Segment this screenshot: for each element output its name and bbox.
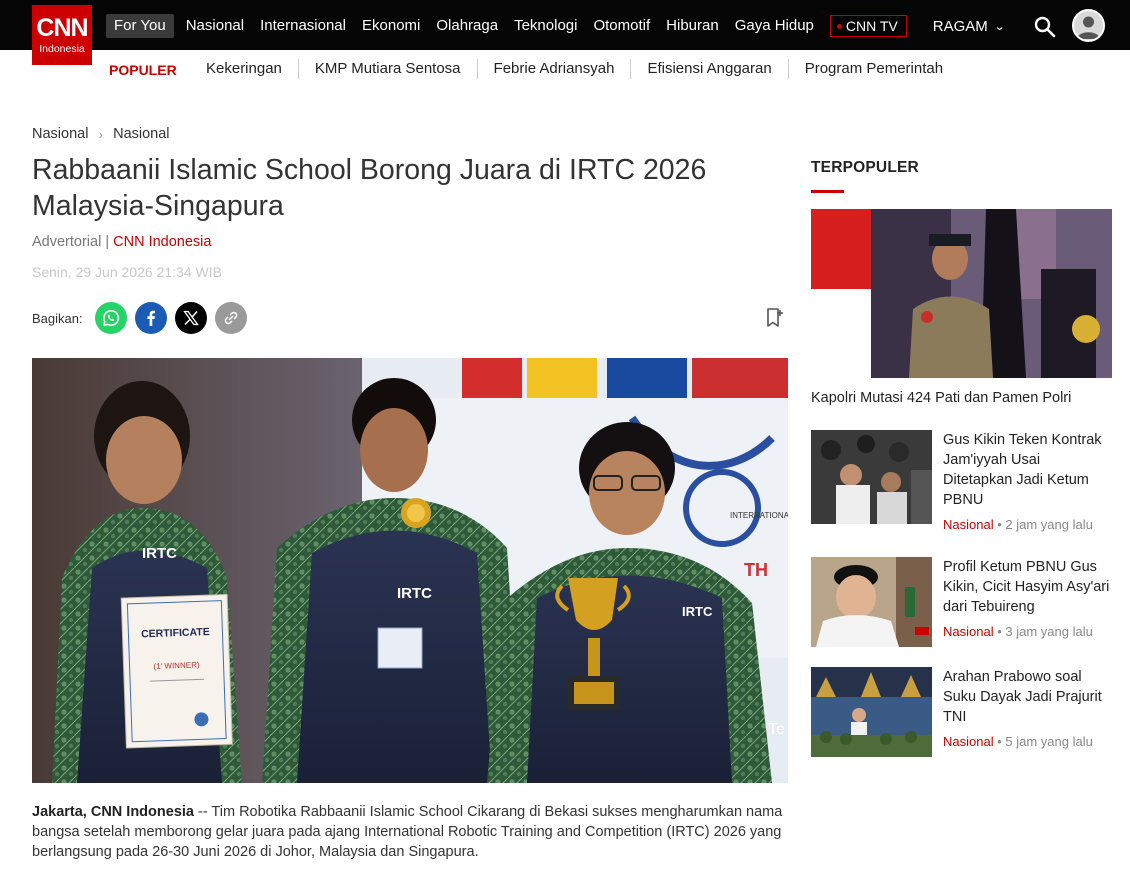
story-thumbnail[interactable] — [811, 430, 932, 524]
cnn-indonesia-logo[interactable]: CNN Indonesia — [32, 5, 92, 65]
certificate-title: CERTIFICATE — [141, 626, 210, 640]
story-title[interactable]: Profil Ketum PBNU Gus Kikin, Cicit Hasyi… — [943, 557, 1113, 617]
story-category[interactable]: Nasional — [943, 624, 994, 639]
byline-source[interactable]: CNN Indonesia — [113, 234, 211, 250]
ragam-dropdown[interactable]: RAGAM ⌄ — [932, 17, 1006, 35]
top-story-photo — [811, 209, 1112, 378]
hero-photo: INTERNATIONAL TH Te IRTC CERTIFICATE (1'… — [32, 358, 788, 783]
article-hero-image[interactable]: INTERNATIONAL TH Te IRTC CERTIFICATE (1'… — [32, 358, 788, 783]
story-meta: Nasional • 3 jam yang lalu — [943, 624, 1113, 639]
article-title: Rabbaanii Islamic School Borong Juara di… — [32, 154, 707, 222]
popular-topics: Kekeringan KMP Mutiara Sentosa Febrie Ad… — [190, 59, 959, 79]
sidebar-heading: TERPOPULER — [811, 159, 919, 176]
whatsapp-icon — [102, 309, 119, 327]
vest-logo-text: IRTC — [682, 604, 713, 619]
facebook-share-button[interactable] — [134, 302, 167, 334]
story-thumbnail[interactable] — [811, 557, 932, 647]
story-meta: Nasional • 2 jam yang lalu — [943, 517, 1113, 532]
story-thumbnail[interactable] — [811, 667, 932, 757]
nav-gaya-hidup[interactable]: Gaya Hidup — [735, 14, 814, 38]
story-category[interactable]: Nasional — [943, 517, 994, 532]
nav-hiburan[interactable]: Hiburan — [666, 14, 719, 38]
story-text: Profil Ketum PBNU Gus Kikin, Cicit Hasyi… — [943, 557, 1113, 639]
logo-sub: Indonesia — [39, 43, 85, 55]
byline-type: Advertorial — [32, 234, 102, 250]
whatsapp-share-button[interactable] — [94, 302, 127, 334]
share-bar: Bagikan: — [32, 302, 255, 334]
chevron-right-icon: › — [98, 126, 104, 142]
sidebar-top-story-title[interactable]: Kapolri Mutasi 424 Pati dan Pamen Polri — [811, 390, 1071, 406]
banner-text: TH — [744, 560, 768, 580]
popular-topic[interactable]: Febrie Adriansyah — [476, 59, 631, 79]
x-share-button[interactable] — [174, 302, 207, 334]
sidebar-top-story-image[interactable] — [811, 209, 1112, 378]
live-dot-icon — [836, 23, 842, 29]
breadcrumb-item[interactable]: Nasional — [113, 126, 169, 142]
user-avatar-icon[interactable] — [1072, 9, 1105, 42]
nav-olahraga[interactable]: Olahraga — [436, 14, 498, 38]
banner-text: Te — [768, 721, 785, 738]
popular-topic[interactable]: Kekeringan — [190, 59, 298, 79]
story-time: 2 jam yang lalu — [1005, 517, 1093, 532]
link-icon — [224, 311, 237, 325]
nav-teknologi[interactable]: Teknologi — [514, 14, 577, 38]
search-icon[interactable] — [1034, 16, 1056, 38]
story-text: Gus Kikin Teken Kontrak Jam'iyyah Usai D… — [943, 430, 1113, 532]
popular-topic[interactable]: Efisiensi Anggaran — [630, 59, 787, 79]
vest-logo-text: IRTC — [397, 585, 432, 602]
popular-topics-bar: POPULER Kekeringan KMP Mutiara Sentosa F… — [0, 50, 1130, 92]
nav-internasional[interactable]: Internasional — [260, 14, 346, 38]
nav-nasional[interactable]: Nasional — [186, 14, 244, 38]
story-time: 5 jam yang lalu — [1005, 734, 1093, 749]
popular-topic[interactable]: KMP Mutiara Sentosa — [297, 59, 477, 79]
nav-ekonomi[interactable]: Ekonomi — [362, 14, 420, 38]
meta-separator: • — [993, 734, 1006, 749]
copy-link-button[interactable] — [214, 302, 247, 334]
chevron-down-icon: ⌄ — [993, 20, 1006, 33]
meta-separator: • — [993, 517, 1006, 532]
cnn-tv-label: CNN TV — [845, 18, 898, 34]
article-date: Senin, 29 Jun 2026 21:34 WIB — [32, 264, 222, 280]
story-time: 3 jam yang lalu — [1005, 624, 1093, 639]
facebook-icon — [146, 310, 155, 326]
byline-separator: | — [101, 234, 114, 250]
story-text: Arahan Prabowo soal Suku Dayak Jadi Praj… — [943, 667, 1113, 749]
lead-dateline: Jakarta, CNN Indonesia — [32, 804, 194, 820]
logo-brand: CNN — [36, 14, 88, 42]
article-byline: Advertorial | CNN Indonesia — [32, 234, 211, 250]
popular-label: POPULER — [109, 62, 177, 78]
story-title[interactable]: Arahan Prabowo soal Suku Dayak Jadi Praj… — [943, 667, 1113, 727]
main-nav: For You Nasional Internasional Ekonomi O… — [106, 14, 1006, 38]
certificate-winner: (1' WINNER) — [153, 660, 200, 671]
cnn-tv-button[interactable]: CNN TV — [829, 15, 907, 37]
share-label: Bagikan: — [32, 310, 83, 326]
top-navigation-bar: For You Nasional Internasional Ekonomi O… — [0, 0, 1130, 50]
x-icon — [182, 310, 199, 326]
bookmark-icon[interactable] — [765, 307, 785, 329]
ragam-label: RAGAM — [932, 17, 988, 35]
meta-separator: • — [993, 624, 1006, 639]
vest-logo-text: IRTC — [142, 545, 177, 562]
breadcrumb: Nasional › Nasional — [32, 126, 170, 142]
story-category[interactable]: Nasional — [943, 734, 994, 749]
popular-topic[interactable]: Program Pemerintah — [787, 59, 959, 79]
story-title[interactable]: Gus Kikin Teken Kontrak Jam'iyyah Usai D… — [943, 430, 1113, 510]
sidebar-heading-underline — [811, 190, 844, 193]
banner-text: INTERNATIONAL — [730, 511, 788, 520]
breadcrumb-item[interactable]: Nasional — [32, 126, 88, 142]
nav-otomotif[interactable]: Otomotif — [593, 14, 650, 38]
nav-for-you[interactable]: For You — [106, 14, 174, 38]
story-meta: Nasional • 5 jam yang lalu — [943, 734, 1113, 749]
article-lead-paragraph: Jakarta, CNN Indonesia -- Tim Robotika R… — [32, 802, 792, 862]
